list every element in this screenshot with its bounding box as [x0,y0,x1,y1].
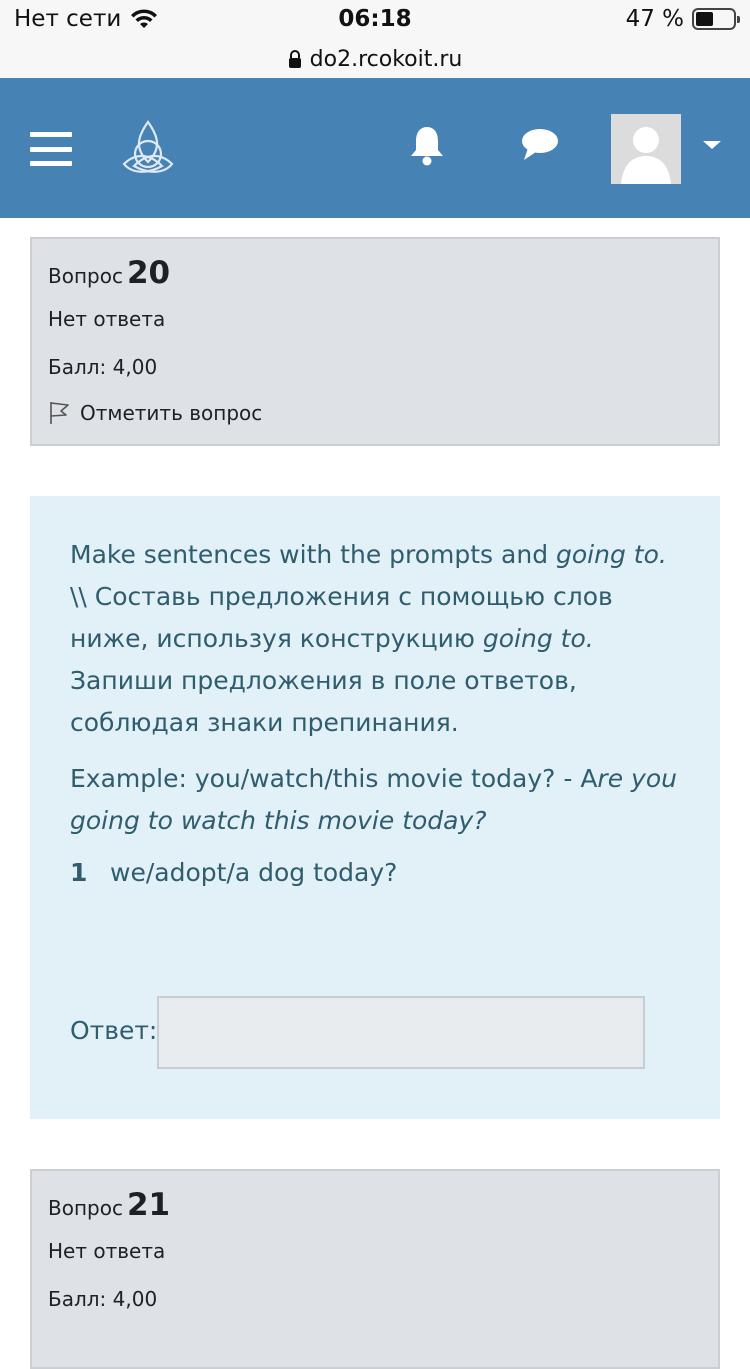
question-example: Example: you/watch/this movie today? - A… [70,758,680,842]
menu-icon[interactable] [30,132,72,166]
question-state: Нет ответа [48,307,166,331]
app-header [0,78,750,218]
question-instructions: Make sentences with the prompts and goin… [70,534,680,744]
question-text: Make sentences with the prompts and goin… [70,534,680,856]
question-grade: Балл: 4,00 [48,355,158,379]
flag-icon [50,402,69,424]
question-label: Вопрос [48,264,123,288]
example-prefix: Example: you/watch/this movie today? - A [70,764,598,793]
chat-icon[interactable] [520,126,560,164]
question-number-value: 20 [126,255,171,291]
battery-percent: 47 % [625,6,684,32]
bell-icon[interactable] [408,124,446,166]
status-bar: Нет сети 06:18 47 % [0,0,750,40]
avatar[interactable] [611,114,681,184]
instructions-part-3: Запиши предложения в поле ответов, соблю… [70,666,577,737]
question-info-21: Вопрос 21 Нет ответа Балл: 4,00 [30,1169,720,1369]
prompt-number: 1 [70,858,88,887]
status-right: 47 % [625,6,740,32]
question-state: Нет ответа [48,1239,166,1263]
url-bar[interactable]: do2.rcokoit.ru [0,40,750,78]
question-label: Вопрос [48,1196,123,1220]
question-info-20: Вопрос 20 Нет ответа Балл: 4,00 Отметить … [30,237,720,446]
prompt-item: 1 we/adopt/a dog today? [70,858,397,887]
question-number: Вопрос 20 [48,255,170,291]
question-number-value: 21 [126,1187,171,1223]
flag-label: Отметить вопрос [80,401,263,425]
prompt-text: we/adopt/a dog today? [110,858,398,887]
url-text: do2.rcokoit.ru [309,46,463,72]
flag-question-link[interactable]: Отметить вопрос [48,401,262,425]
caret-down-icon[interactable] [703,141,721,149]
battery-icon [692,8,740,30]
question-grade: Балл: 4,00 [48,1287,158,1311]
question-content: Make sentences with the prompts and goin… [30,496,720,1119]
instructions-going-to-2: going to. [482,624,594,653]
answer-label: Ответ: [70,1016,158,1045]
site-logo[interactable] [118,118,178,178]
answer-input[interactable] [157,996,645,1069]
lock-icon [288,50,301,68]
user-silhouette-icon [611,114,681,184]
instructions-going-to: going to. [556,540,667,569]
question-number: Вопрос 21 [48,1187,170,1223]
instructions-part-1: Make sentences with the prompts and [70,540,557,569]
